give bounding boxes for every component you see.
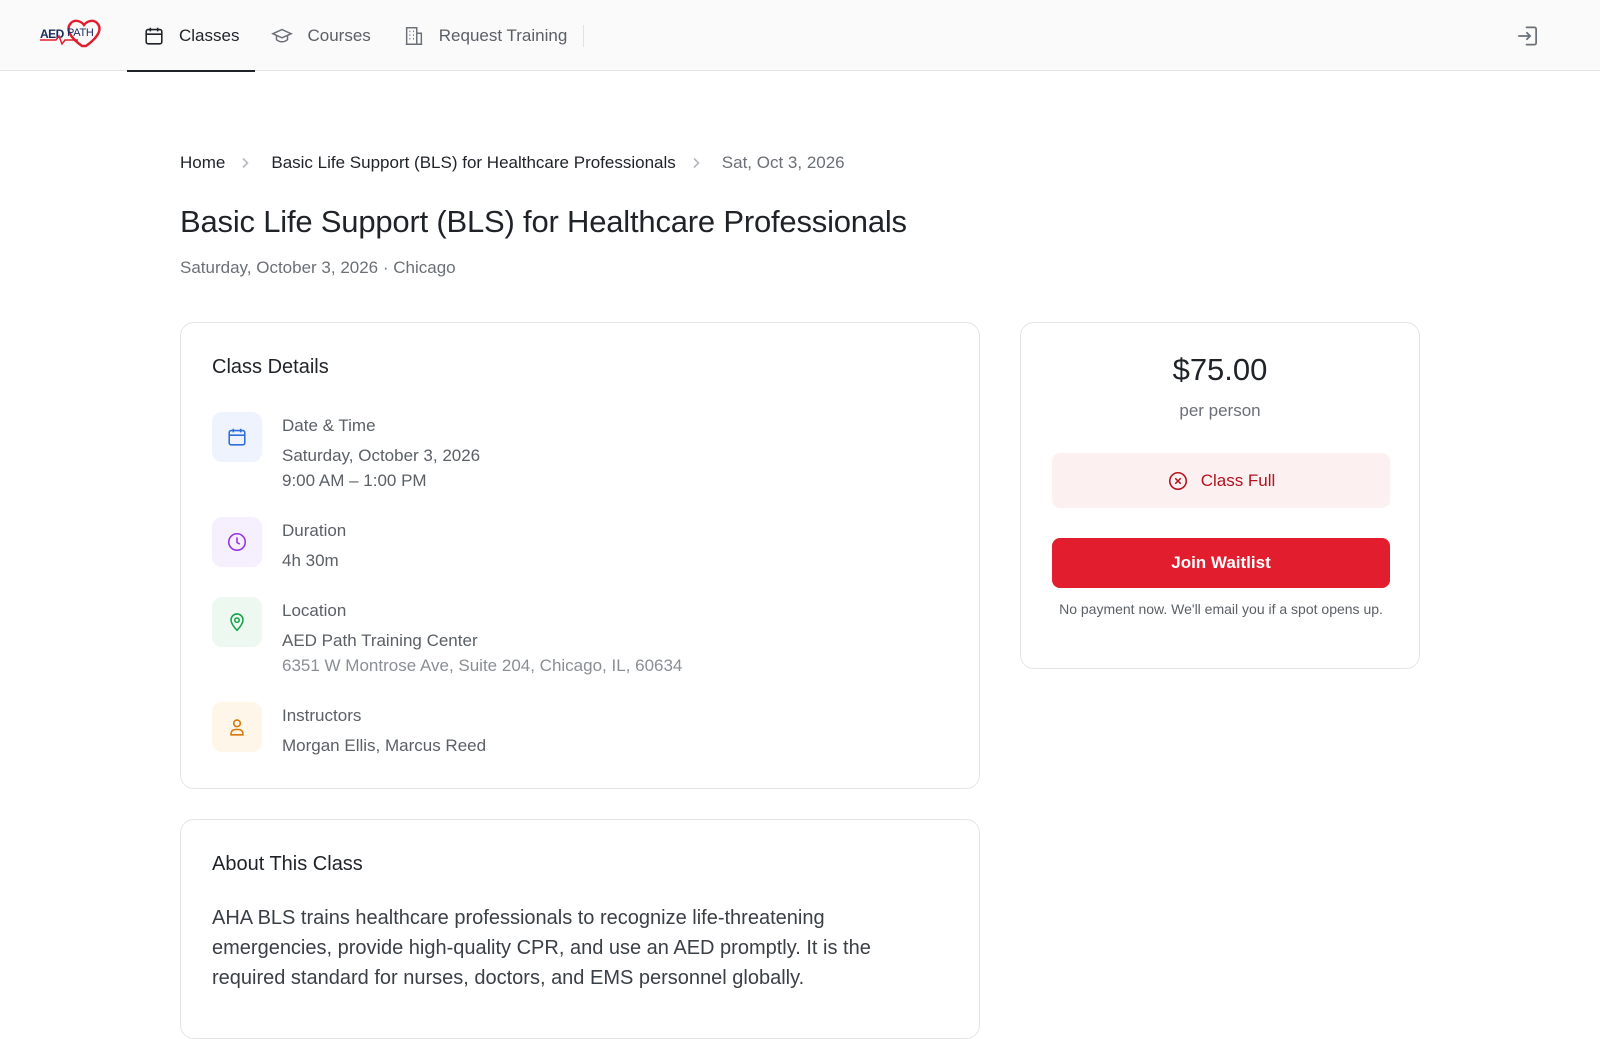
join-waitlist-button[interactable]: Join Waitlist	[1052, 538, 1390, 588]
svg-text:PATH: PATH	[67, 27, 94, 39]
nav-divider	[583, 25, 585, 47]
user-icon	[230, 719, 244, 736]
nav-label: Courses	[307, 25, 371, 45]
location-name: AED Path Training Center	[282, 631, 478, 650]
detail-instructors: Instructors Morgan Ellis, Marcus Reed	[212, 702, 486, 758]
waitlist-note: No payment now. We'll email you if a spo…	[1059, 601, 1383, 617]
location-icon-box	[212, 597, 262, 647]
instructors-label: Instructors	[282, 706, 362, 725]
sign-in-icon[interactable]	[1515, 23, 1541, 49]
detail-location: Location AED Path Training Center 6351 W…	[212, 597, 682, 678]
nav-label: Classes	[179, 25, 240, 45]
instructors-icon-box	[212, 702, 262, 752]
detail-date-time: Date & Time Saturday, October 3, 2026 9:…	[212, 412, 480, 493]
aedpath-logo[interactable]: AED PATH	[38, 16, 110, 52]
map-pin-icon	[230, 613, 244, 632]
about-body: AHA BLS trains healthcare professionals …	[212, 907, 871, 989]
page-title: Basic Life Support (BLS) for Healthcare …	[180, 204, 907, 239]
pricing-card: $75.00 per person Class Full Join Waitli…	[1020, 322, 1420, 669]
location-label: Location	[282, 601, 347, 620]
breadcrumb-home[interactable]: Home	[180, 153, 225, 173]
main-nav: Classes Courses Request Training	[127, 0, 585, 72]
location-address: 6351 W Montrose Ave, Suite 204, Chicago,…	[282, 656, 683, 675]
calendar-icon	[228, 428, 246, 446]
duration-icon-box	[212, 517, 262, 567]
date-icon-box	[212, 412, 262, 462]
duration-value: 4h 30m	[282, 551, 339, 570]
price: $75.00	[1172, 352, 1268, 387]
instructors-value: Morgan Ellis, Marcus Reed	[282, 736, 487, 755]
nav-courses[interactable]: Courses	[255, 0, 386, 71]
x-circle-icon	[1168, 471, 1187, 490]
about-class-card: About This Class AHA BLS trains healthca…	[180, 819, 980, 1039]
breadcrumb: Home Basic Life Support (BLS) for Health…	[180, 153, 845, 173]
class-full-status: Class Full	[1052, 453, 1390, 508]
class-details-card: Class Details Date & Time Saturday, Octo…	[180, 322, 980, 789]
chevron-right-icon	[242, 157, 249, 169]
date-label: Date & Time	[282, 416, 376, 435]
about-heading: About This Class	[212, 853, 363, 875]
calendar-icon	[145, 27, 163, 45]
duration-label: Duration	[282, 521, 347, 540]
graduation-cap-icon	[271, 28, 294, 43]
date-value: Saturday, October 3, 2026	[282, 446, 481, 465]
nav-request-training[interactable]: Request Training	[387, 0, 584, 71]
top-navigation-bar: AED PATH Classes Courses Request Trainin…	[0, 0, 1600, 72]
svg-text:AED: AED	[40, 27, 65, 41]
detail-duration: Duration 4h 30m	[212, 517, 346, 573]
nav-classes[interactable]: Classes	[127, 0, 256, 72]
class-details-heading: Class Details	[212, 356, 329, 378]
clock-icon	[227, 532, 247, 552]
breadcrumb-current: Sat, Oct 3, 2026	[721, 153, 845, 172]
breadcrumb-course[interactable]: Basic Life Support (BLS) for Healthcare …	[271, 153, 675, 173]
chevron-right-icon	[693, 157, 700, 169]
price-unit: per person	[1179, 401, 1261, 420]
page-subtitle: Saturday, October 3, 2026 · Chicago	[180, 258, 456, 277]
time-value: 9:00 AM – 1:00 PM	[282, 471, 427, 490]
building-icon	[405, 26, 423, 45]
nav-label: Request Training	[438, 25, 568, 45]
status-label: Class Full	[1200, 470, 1276, 490]
